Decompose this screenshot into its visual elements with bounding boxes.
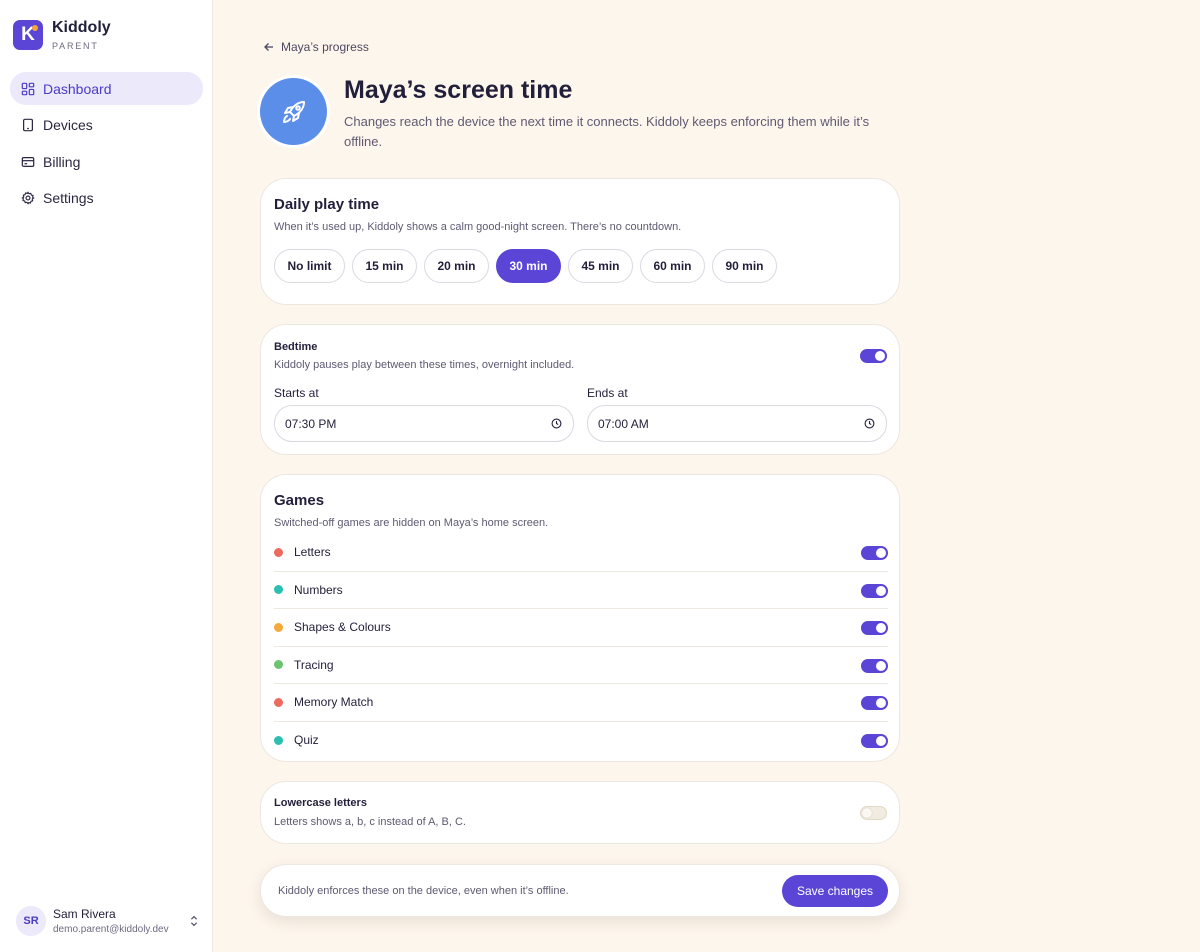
game-row-tracing: Tracing — [274, 647, 888, 684]
ends-at-label: Ends at — [587, 386, 628, 400]
starts-at-value: 07:30 PM — [285, 416, 337, 431]
game-name: Tracing — [294, 657, 334, 672]
game-name: Letters — [294, 545, 331, 560]
game-name: Numbers — [294, 582, 343, 597]
game-name: Memory Match — [294, 695, 374, 710]
game-name: Shapes & Colours — [294, 620, 391, 635]
lowercase-letters-card: Lowercase letters Letters shows a, b, c … — [260, 781, 900, 844]
sidebar-item-label: Dashboard — [43, 80, 112, 97]
game-toggle-numbers[interactable] — [861, 583, 888, 598]
save-bar-note: Kiddoly enforces these on the device, ev… — [278, 885, 569, 897]
rocket-icon — [260, 78, 327, 145]
play-time-option-45[interactable]: 45 min — [568, 249, 633, 283]
sidebar: K Kiddoly PARENT Dashboard Devices Billi… — [0, 0, 213, 952]
game-row-shapes-colours: Shapes & Colours — [274, 609, 888, 647]
game-name: Quiz — [294, 733, 319, 748]
game-toggle-shapes-colours[interactable] — [861, 621, 888, 635]
game-toggle-tracing[interactable] — [861, 658, 888, 673]
clock-icon — [551, 418, 562, 429]
sidebar-item-label: Devices — [43, 117, 93, 133]
sidebar-item-devices[interactable]: Devices — [10, 109, 203, 142]
game-color-dot — [274, 585, 283, 595]
device-icon — [23, 118, 33, 132]
user-email: demo.parent@kiddoly.dev — [53, 924, 169, 935]
game-color-dot — [274, 697, 283, 707]
gear-icon — [21, 191, 35, 205]
ends-at-input[interactable]: 07:00 AM — [587, 405, 887, 442]
bedtime-card: Bedtime Kiddoly pauses play between thes… — [260, 324, 900, 455]
dashboard-grid-icon — [21, 82, 35, 95]
games-title: Games — [274, 492, 325, 509]
save-changes-button[interactable]: Save changes — [782, 875, 888, 907]
game-color-dot — [274, 547, 283, 557]
game-toggle-memory-match[interactable] — [861, 696, 888, 710]
arrow-left-icon — [264, 43, 273, 51]
chevron-up-down-icon[interactable] — [187, 914, 201, 928]
play-time-option-60[interactable]: 60 min — [640, 249, 705, 283]
game-color-dot — [274, 735, 283, 745]
game-toggle-letters[interactable] — [861, 546, 888, 560]
game-toggle-quiz[interactable] — [861, 733, 888, 748]
sidebar-item-label: Settings — [43, 190, 94, 206]
sidebar-item-dashboard[interactable]: Dashboard — [10, 72, 203, 105]
card-description: When it’s used up, Kiddoly shows a calm … — [274, 221, 682, 233]
card-title: Daily play time — [274, 196, 380, 213]
user-name: Sam Rivera — [53, 907, 116, 921]
starts-at-input[interactable]: 07:30 PM — [274, 405, 574, 442]
games-card: Games Switched-off games are hidden on M… — [260, 474, 900, 762]
play-time-option-30[interactable]: 30 min — [496, 249, 561, 283]
game-color-dot — [274, 660, 283, 670]
games-description: Switched-off games are hidden on Maya’s … — [274, 517, 549, 529]
play-time-option-90[interactable]: 90 min — [712, 249, 777, 283]
play-time-option-15[interactable]: 15 min — [352, 249, 417, 283]
brand[interactable]: K Kiddoly PARENT — [13, 19, 111, 51]
clock-icon — [864, 418, 875, 429]
save-bar: Kiddoly enforces these on the device, ev… — [260, 864, 900, 917]
user-menu[interactable]: SR Sam Rivera demo.parent@kiddoly.dev — [16, 906, 201, 936]
page-description: Changes reach the device the next time i… — [344, 114, 870, 149]
play-time-options: No limit 15 min 20 min 30 min 45 min 60 … — [274, 249, 784, 283]
brand-name: Kiddoly — [52, 19, 111, 36]
play-time-option-no-limit[interactable]: No limit — [274, 249, 345, 283]
bedtime-toggle[interactable] — [860, 349, 887, 363]
play-time-option-20[interactable]: 20 min — [424, 249, 489, 283]
sidebar-item-billing[interactable]: Billing — [10, 145, 203, 178]
brand-subtitle: PARENT — [52, 41, 99, 51]
sidebar-nav: Dashboard Devices Billing Settings — [10, 72, 203, 218]
back-link[interactable]: Maya’s progress — [263, 40, 369, 54]
avatar: SR — [16, 906, 46, 936]
game-row-quiz: Quiz — [274, 722, 888, 760]
game-color-dot — [274, 622, 283, 632]
sidebar-item-settings[interactable]: Settings — [10, 182, 203, 215]
credit-card-icon — [21, 156, 35, 167]
lowercase-title: Lowercase letters — [274, 797, 367, 809]
back-link-label: Maya’s progress — [281, 40, 369, 54]
kiddoly-logo-icon: K — [13, 20, 43, 50]
lowercase-description: Letters shows a, b, c instead of A, B, C… — [274, 816, 466, 828]
game-row-letters: Letters — [274, 534, 888, 572]
bedtime-title: Bedtime — [274, 341, 318, 353]
daily-play-time-card: Daily play time When it’s used up, Kiddo… — [260, 178, 900, 305]
page-title: Maya’s screen time — [344, 76, 573, 104]
bedtime-description: Kiddoly pauses play between these times,… — [274, 359, 575, 371]
starts-at-label: Starts at — [274, 386, 319, 400]
lowercase-toggle[interactable] — [860, 806, 887, 820]
ends-at-value: 07:00 AM — [598, 416, 649, 431]
game-row-memory-match: Memory Match — [274, 684, 888, 722]
game-row-numbers: Numbers — [274, 572, 888, 609]
sidebar-item-label: Billing — [43, 153, 81, 170]
